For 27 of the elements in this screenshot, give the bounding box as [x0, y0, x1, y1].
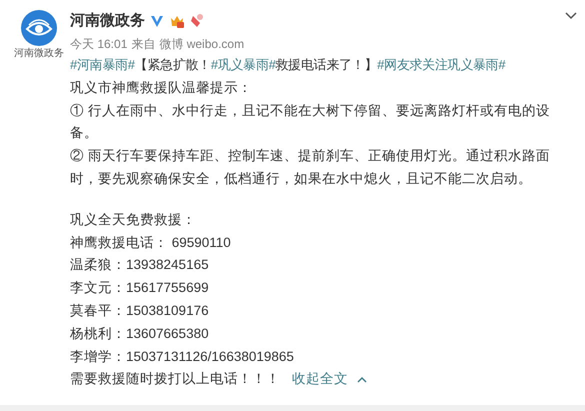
post-paragraph: ① 行人在雨中、水中行走，且记不能在大树下停留、要远离路灯杆或有电的设备。 — [70, 102, 551, 142]
collapse-link[interactable]: 收起全文 — [292, 368, 367, 392]
chevron-down-icon[interactable] — [565, 12, 577, 20]
post-paragraph: ② 雨天行车要保持车距、控制车速、提前刹车、正确使用灯光。通过积水路面时，要先观察确保安全，低档通行，如果在水中熄火，且记不能二次启动。 — [70, 147, 551, 188]
verified-icon — [150, 14, 164, 28]
contacts-heading: 巩义全天免费救援： — [70, 210, 197, 229]
tag-badge-icon — [190, 13, 204, 29]
hashtag-link[interactable]: #河南暴雨# — [70, 54, 135, 77]
avatar-caption: 河南微政务 — [14, 48, 64, 59]
source-label: 来自 — [131, 36, 156, 53]
caret-up-icon — [357, 376, 367, 383]
headline-text: 救援电话来了！】 — [276, 56, 378, 74]
contact-line: 莫春平：15038109176 — [70, 302, 210, 320]
author-name[interactable]: 河南微政务 — [70, 10, 145, 32]
closing-text: 需要救援随时拨打以上电话！！！ — [70, 370, 280, 388]
post-paragraph: 巩义市神鹰救援队温馨提示： — [70, 78, 253, 97]
contact-line: 杨桃利：13607665380 — [70, 324, 210, 343]
contact-line: 神鹰救援电话： 69590110 — [70, 234, 232, 252]
source-link[interactable]: 微博 weibo.com — [159, 35, 244, 53]
contact-line: 温柔狼：13938245165 — [70, 256, 210, 274]
avatar-logo-icon[interactable] — [20, 9, 58, 47]
contact-line: 李增学：15037131126/16638019865 — [70, 348, 295, 366]
hashtag-link[interactable]: #网友求关注巩义暴雨# — [377, 54, 506, 77]
headline-text: 【紧急扩散！ — [134, 56, 211, 74]
post-time[interactable]: 今天 16:01 — [70, 35, 128, 53]
contact-line: 李文元：15617755699 — [70, 279, 210, 298]
hashtag-link[interactable]: #巩义暴雨# — [210, 54, 276, 77]
